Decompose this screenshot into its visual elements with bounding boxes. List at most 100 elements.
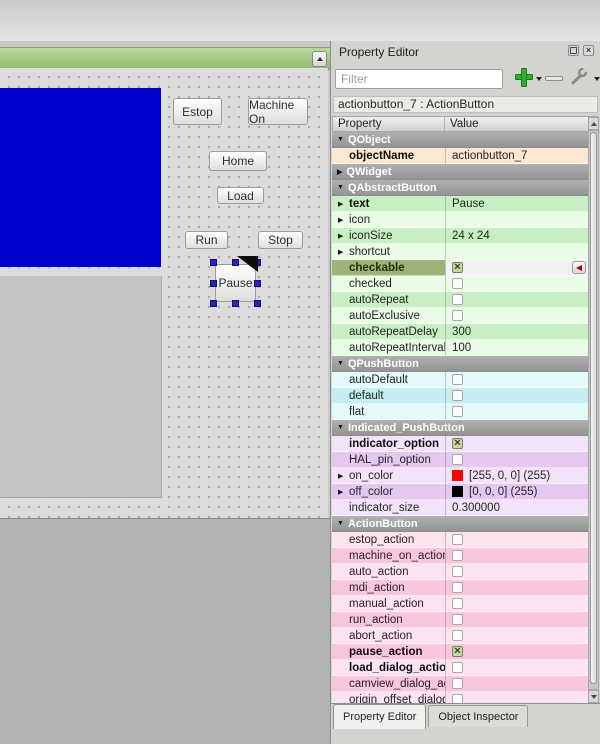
checkbox-unchecked-icon[interactable] <box>452 598 463 609</box>
property-value-cell[interactable] <box>445 612 588 628</box>
checkbox-checked-icon[interactable] <box>452 262 463 273</box>
property-row-autoExclusive[interactable]: autoExclusive <box>332 308 588 324</box>
add-dynamic-property-button[interactable] <box>514 68 534 88</box>
property-row-flat[interactable]: flat <box>332 404 588 420</box>
expand-arrow-icon[interactable]: ▶ <box>338 248 343 256</box>
property-value-cell[interactable] <box>445 308 588 324</box>
restore-window-button[interactable] <box>312 51 327 67</box>
property-row-iconSize[interactable]: ▶iconSize24 x 24 <box>332 228 588 244</box>
property-value-cell[interactable] <box>445 580 588 596</box>
property-row-text[interactable]: ▶textPause <box>332 196 588 212</box>
expand-arrow-icon[interactable]: ▶ <box>338 216 343 224</box>
property-value-cell[interactable] <box>445 292 588 308</box>
checkbox-checked-icon[interactable] <box>452 646 463 657</box>
form-canvas[interactable]: EstopMachine OnHomeLoadRunStopPause <box>0 68 328 518</box>
checkbox-unchecked-icon[interactable] <box>452 278 463 289</box>
property-row-run_action[interactable]: run_action <box>332 612 588 628</box>
property-value-cell[interactable] <box>445 388 588 404</box>
property-row-pause_action[interactable]: pause_action <box>332 644 588 660</box>
property-value-cell[interactable] <box>445 548 588 564</box>
scrollbar-thumb[interactable] <box>590 132 597 684</box>
property-value-cell[interactable] <box>445 372 588 388</box>
checkbox-unchecked-icon[interactable] <box>452 294 463 305</box>
property-row-autoDefault[interactable]: autoDefault <box>332 372 588 388</box>
property-value-cell[interactable] <box>445 564 588 580</box>
expand-arrow-icon[interactable]: ▶ <box>338 472 343 480</box>
property-row-on_color[interactable]: ▶on_color[255, 0, 0] (255) <box>332 468 588 484</box>
checkbox-unchecked-icon[interactable] <box>452 630 463 641</box>
form-window-titlebar[interactable] <box>0 47 330 70</box>
property-row-autoRepeatInterval[interactable]: autoRepeatInterval100 <box>332 340 588 356</box>
section-header-QPushButton[interactable]: ▼QPushButton <box>332 356 588 372</box>
property-value-cell[interactable] <box>445 276 588 292</box>
property-row-HAL_pin_option[interactable]: HAL_pin_option <box>332 452 588 468</box>
checkbox-unchecked-icon[interactable] <box>452 566 463 577</box>
property-value-cell[interactable] <box>445 692 588 703</box>
property-row-autoRepeat[interactable]: autoRepeat <box>332 292 588 308</box>
property-row-estop_action[interactable]: estop_action <box>332 532 588 548</box>
property-row-abort_action[interactable]: abort_action <box>332 628 588 644</box>
checkbox-unchecked-icon[interactable] <box>452 550 463 561</box>
property-row-indicator_option[interactable]: indicator_option <box>332 436 588 452</box>
checkbox-unchecked-icon[interactable] <box>452 694 463 703</box>
dropdown-arrow-icon[interactable] <box>594 77 600 81</box>
scrollbar[interactable] <box>588 117 599 703</box>
property-value-cell[interactable]: 100 <box>445 340 588 356</box>
property-value-cell[interactable] <box>445 260 588 276</box>
value-column-header[interactable]: Value <box>445 117 597 131</box>
property-value-cell[interactable]: 300 <box>445 324 588 340</box>
property-value-cell[interactable]: 24 x 24 <box>445 228 588 244</box>
form-button-home[interactable]: Home <box>209 151 267 171</box>
checkbox-unchecked-icon[interactable] <box>452 582 463 593</box>
property-value-cell[interactable]: actionbutton_7 <box>445 148 588 164</box>
property-value-cell[interactable] <box>445 660 588 676</box>
property-row-origin_offset_dialog[interactable]: origin_offset_dialog <box>332 692 588 703</box>
checkbox-unchecked-icon[interactable] <box>452 374 463 385</box>
tab-object-inspector[interactable]: Object Inspector <box>428 705 528 727</box>
property-row-camview_dialog_acti...[interactable]: camview_dialog_acti... <box>332 676 588 692</box>
property-row-mdi_action[interactable]: mdi_action <box>332 580 588 596</box>
filter-input[interactable] <box>335 69 503 89</box>
property-value-cell[interactable] <box>445 436 588 452</box>
property-value-cell[interactable] <box>445 676 588 692</box>
property-row-autoRepeatDelay[interactable]: autoRepeatDelay300 <box>332 324 588 340</box>
property-row-off_color[interactable]: ▶off_color[0, 0, 0] (255) <box>332 484 588 500</box>
scrollbar-down-button[interactable] <box>588 690 599 703</box>
section-header-ActionButton[interactable]: ▼ActionButton <box>332 516 588 532</box>
property-value-cell[interactable] <box>445 452 588 468</box>
checkbox-unchecked-icon[interactable] <box>452 614 463 625</box>
expand-arrow-icon[interactable]: ▶ <box>338 488 343 496</box>
checkbox-unchecked-icon[interactable] <box>452 662 463 673</box>
property-row-objectName[interactable]: objectNameactionbutton_7 <box>332 148 588 164</box>
property-value-cell[interactable] <box>445 644 588 660</box>
section-header-QAbstractButton[interactable]: ▼QAbstractButton <box>332 180 588 196</box>
property-value-cell[interactable] <box>445 628 588 644</box>
close-panel-button[interactable]: × <box>583 45 594 56</box>
camview-widget[interactable] <box>0 88 161 267</box>
configure-button[interactable] <box>569 67 589 87</box>
checkbox-unchecked-icon[interactable] <box>452 454 463 465</box>
property-row-indicator_size[interactable]: indicator_size0.300000 <box>332 500 588 516</box>
checkbox-unchecked-icon[interactable] <box>452 534 463 545</box>
float-panel-button[interactable] <box>568 45 579 56</box>
form-button-run[interactable]: Run <box>185 231 228 249</box>
checkbox-checked-icon[interactable] <box>452 438 463 449</box>
property-row-manual_action[interactable]: manual_action <box>332 596 588 612</box>
property-value-cell[interactable] <box>445 404 588 420</box>
form-button-load[interactable]: Load <box>217 187 264 204</box>
checkbox-unchecked-icon[interactable] <box>452 390 463 401</box>
property-row-icon[interactable]: ▶icon <box>332 212 588 228</box>
reset-property-button[interactable] <box>572 261 586 274</box>
tab-property-editor[interactable]: Property Editor <box>333 704 426 729</box>
property-row-load_dialog_action[interactable]: load_dialog_action <box>332 660 588 676</box>
remove-dynamic-property-button[interactable] <box>545 76 563 81</box>
form-button-machine-on[interactable]: Machine On <box>248 98 308 125</box>
property-value-cell[interactable] <box>445 212 588 228</box>
expand-arrow-icon[interactable]: ▶ <box>338 232 343 240</box>
section-header-Indicated_PushButton[interactable]: ▼Indicated_PushButton <box>332 420 588 436</box>
scrollbar-up-button[interactable] <box>588 117 599 130</box>
scrollbar-track[interactable] <box>588 130 599 690</box>
property-value-cell[interactable]: 0.300000 <box>445 500 588 516</box>
property-row-shortcut[interactable]: ▶shortcut <box>332 244 588 260</box>
property-value-cell[interactable] <box>445 244 588 260</box>
